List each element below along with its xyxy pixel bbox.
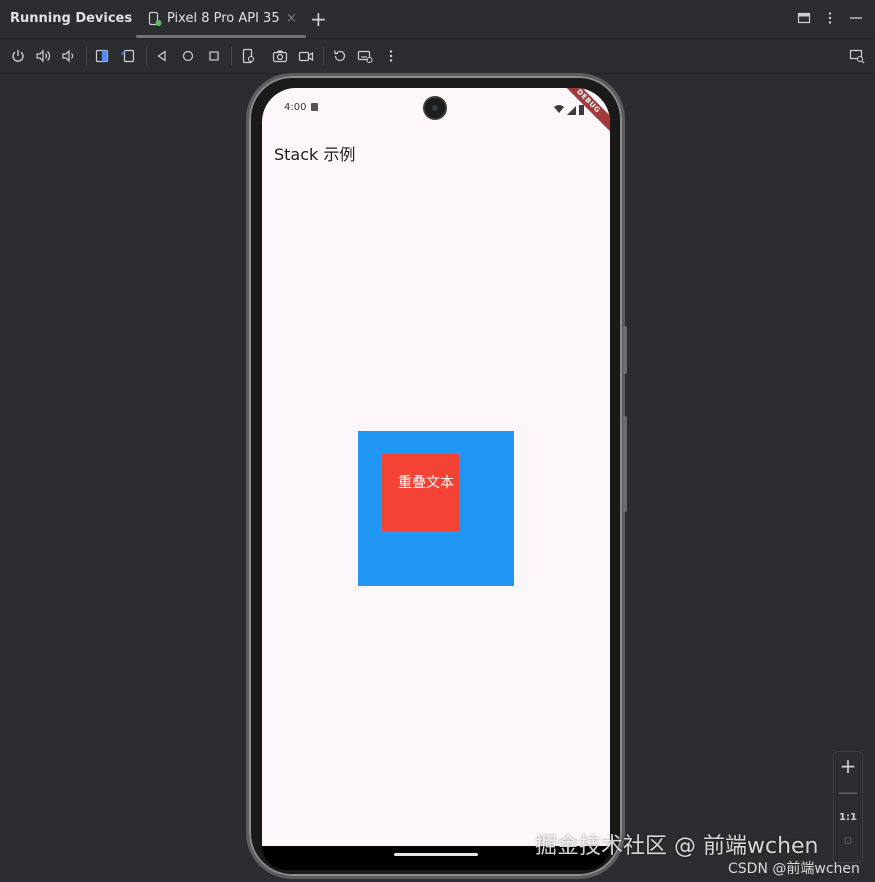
overview-icon[interactable] (206, 48, 222, 64)
back-icon[interactable] (154, 48, 170, 64)
phone-volume-button (623, 416, 627, 512)
add-tab-button[interactable]: + (310, 7, 327, 31)
reset-icon[interactable] (332, 48, 348, 64)
zoom-fit-button[interactable]: ⊡ (838, 836, 858, 847)
overlap-text: 重叠文本 (398, 475, 454, 491)
device-tab-icon (148, 11, 162, 27)
watermark-juejin: 掘金技术社区 @ 前端wchen (535, 834, 819, 859)
tab-label: Pixel 8 Pro API 35 (167, 11, 280, 26)
toolbar-separator (323, 47, 324, 65)
screen-record-icon[interactable] (298, 48, 314, 64)
stack-red-container (382, 454, 459, 531)
status-time: 4:00 (284, 102, 307, 113)
volume-down-icon[interactable] (60, 48, 76, 64)
stack-blue-container: 重叠文本 (358, 431, 514, 586)
app-bar-title: Stack 示例 (274, 145, 356, 164)
toolbar-separator (231, 47, 232, 65)
zoom-in-button[interactable]: + (838, 754, 858, 778)
title-bar: Running Devices Pixel 8 Pro API 35 × + (0, 0, 875, 39)
tab-selected-indicator (136, 35, 306, 38)
zoom-actual-size-button[interactable]: 1:1 (838, 812, 858, 823)
watermark-csdn: CSDN @前端wchen (728, 861, 860, 877)
more-icon[interactable] (383, 48, 399, 64)
rotate-left-icon[interactable] (94, 48, 110, 64)
home-gesture-pill[interactable] (394, 853, 478, 856)
phone-power-button (623, 326, 627, 374)
tab-device[interactable]: Pixel 8 Pro API 35 × (136, 0, 306, 38)
home-icon[interactable] (180, 48, 196, 64)
device-mirror-icon[interactable] (849, 48, 865, 64)
rotate-right-icon[interactable] (120, 48, 136, 64)
screenshot-icon[interactable] (272, 48, 288, 64)
zoom-controls: + — 1:1 ⊡ (833, 751, 863, 863)
toolbar-separator (146, 47, 147, 65)
notification-icon (311, 103, 318, 111)
window-layout-icon[interactable] (796, 10, 814, 28)
volume-up-icon[interactable] (35, 48, 51, 64)
panel-title: Running Devices (10, 11, 133, 26)
close-icon[interactable]: × (286, 11, 297, 26)
toolbar-separator (86, 47, 87, 65)
device-state-icon[interactable] (240, 48, 256, 64)
minimize-icon[interactable] (848, 10, 866, 28)
more-options-icon[interactable] (822, 10, 840, 28)
front-camera (425, 98, 445, 118)
keyboard-icon[interactable] (357, 48, 373, 64)
power-icon[interactable] (10, 48, 26, 64)
device-toolbar (0, 39, 875, 74)
zoom-out-button[interactable]: — (838, 780, 858, 804)
phone-screen[interactable]: 4:00 DEBUG Stack 示例 重叠文本 (262, 88, 610, 846)
